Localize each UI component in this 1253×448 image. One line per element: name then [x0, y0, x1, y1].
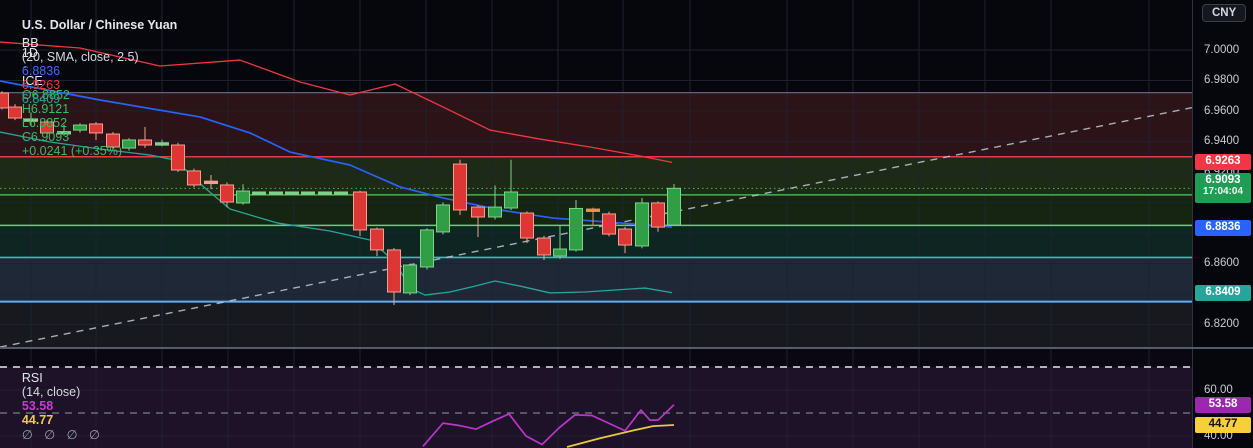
candle-body	[651, 202, 665, 228]
trading-chart-app: U.S. Dollar / Chinese Yuan · 1D · ICE O6…	[0, 0, 1253, 448]
candle-body	[453, 163, 467, 211]
candle-body	[187, 170, 201, 186]
candle-body	[353, 191, 367, 231]
candle-body	[488, 206, 502, 218]
price-axis-label: 7.0000	[1204, 43, 1240, 56]
bb-indicator-legend[interactable]: BB (20, SMA, close, 2.5) 6.8836 6.9263 6…	[8, 22, 145, 120]
bb-params: (20, SMA, close, 2.5)	[21, 50, 139, 64]
candle-body	[318, 191, 332, 195]
bb-basis-value: 6.8836	[21, 64, 61, 78]
candle-body	[285, 191, 299, 195]
price-zone	[0, 225, 1192, 258]
candle-body	[553, 248, 567, 257]
candle-body	[569, 207, 583, 251]
pane-divider[interactable]	[0, 347, 1253, 349]
candle-body	[403, 264, 417, 294]
currency-button[interactable]: CNY	[1202, 4, 1247, 22]
candle-body	[370, 228, 384, 251]
price-axis-label: 6.9800	[1204, 74, 1240, 86]
bb-lower-value: 6.8409	[21, 92, 61, 106]
candle-body	[602, 213, 616, 235]
ohlc-change: +0.0241 (+0.35%)	[21, 144, 122, 158]
rsi-value: 53.58	[21, 399, 54, 413]
price-axis-label: 6.8600	[1204, 257, 1240, 269]
candle-body	[204, 180, 218, 185]
price-badge: 6.8409	[1195, 284, 1251, 301]
rsi-axis-label: 60.00	[1204, 383, 1233, 396]
countdown-timer: 17:04:04	[1202, 186, 1244, 198]
candle-body	[334, 191, 348, 195]
candle-body	[586, 208, 600, 212]
candle-body	[667, 187, 681, 226]
rsi-ma-value: 44.77	[21, 413, 54, 427]
candle-body	[301, 191, 315, 195]
bb-name[interactable]: BB	[22, 36, 39, 50]
price-badge: 6.8836	[1195, 219, 1251, 236]
candle-body	[635, 202, 649, 247]
rsi-indicator-legend[interactable]: RSI (14, close) 53.58 44.77 ∅ ∅ ∅ ∅	[8, 357, 110, 448]
rsi-badge: 53.58	[1195, 396, 1251, 413]
price-badge: 6.9263	[1195, 154, 1251, 171]
price-axis-label: 6.8200	[1204, 318, 1240, 330]
ohlc-close: C6.9093	[21, 130, 70, 144]
bb-upper-value: 6.9263	[21, 78, 61, 92]
candle-body	[520, 212, 534, 239]
candle-body	[252, 191, 266, 195]
candle-body	[387, 249, 401, 293]
candle-body	[436, 204, 450, 233]
rsi-empty-values: ∅ ∅ ∅ ∅	[21, 428, 104, 442]
candle-body	[220, 184, 234, 203]
rsi-name[interactable]: RSI	[22, 371, 43, 385]
candle-body	[618, 228, 632, 246]
candle-body	[420, 229, 434, 268]
rsi-badge: 44.77	[1195, 417, 1251, 434]
price-badge: 6.9093 17:04:04	[1195, 173, 1251, 204]
price-axis-label: 6.9600	[1204, 104, 1240, 117]
candle-body	[236, 190, 250, 204]
candle-body	[471, 206, 485, 218]
price-axis[interactable]: CNY 7.0000 6.9800 6.9600 6.9400 6.9200 6.8600…	[1192, 0, 1253, 448]
price-axis-label: 6.9400	[1204, 135, 1240, 147]
candle-body	[537, 237, 551, 256]
candle-body	[269, 191, 283, 195]
candle-body	[504, 191, 518, 209]
rsi-params: (14, close)	[21, 385, 81, 399]
price-zone	[0, 257, 1192, 302]
